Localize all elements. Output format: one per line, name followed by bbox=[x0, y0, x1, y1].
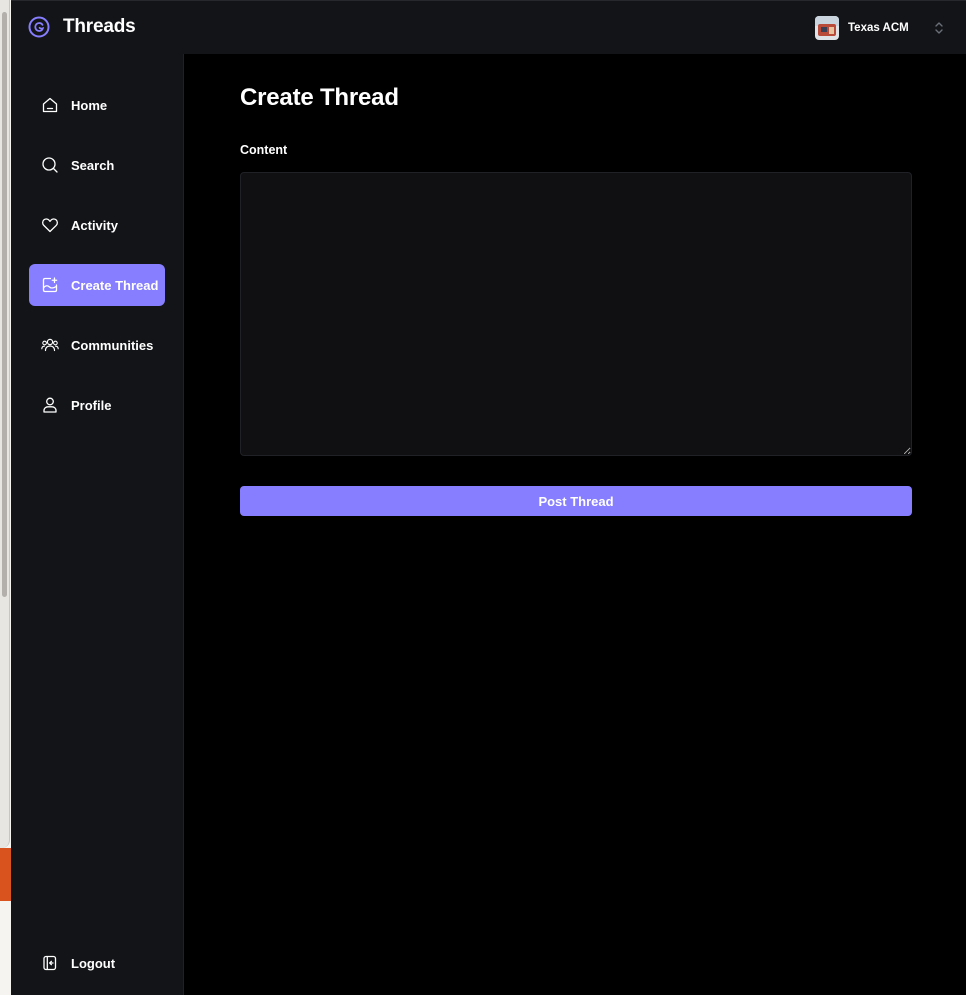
sidebar-item-home[interactable]: Home bbox=[29, 84, 165, 126]
post-thread-button[interactable]: Post Thread bbox=[240, 486, 912, 516]
chevron-up-down-icon bbox=[935, 22, 943, 34]
sidebar-item-activity[interactable]: Activity bbox=[29, 204, 165, 246]
sidebar-item-create-thread[interactable]: Create Thread bbox=[29, 264, 165, 306]
main-content: Create Thread Content Post Thread bbox=[184, 54, 966, 995]
sidebar-item-communities[interactable]: Communities bbox=[29, 324, 165, 366]
home-icon bbox=[42, 97, 58, 113]
create-thread-icon bbox=[42, 277, 58, 293]
org-name: Texas ACM bbox=[848, 22, 909, 34]
users-icon bbox=[41, 338, 59, 352]
content-textarea[interactable] bbox=[240, 172, 912, 456]
topbar: Threads Texas ACM bbox=[11, 0, 966, 54]
logout-label: Logout bbox=[71, 955, 116, 971]
app-window: Threads Texas ACM Home Search Activity C… bbox=[0, 0, 966, 995]
search-icon bbox=[42, 157, 58, 173]
sidebar-item-label: Home bbox=[71, 97, 108, 113]
sidebar-item-profile[interactable]: Profile bbox=[29, 384, 165, 426]
threads-logo-icon bbox=[28, 16, 50, 38]
app-name: Threads bbox=[63, 16, 136, 37]
org-avatar bbox=[815, 16, 839, 40]
organization-switcher[interactable]: Texas ACM bbox=[815, 16, 944, 40]
logout-button[interactable]: Logout bbox=[29, 942, 165, 984]
sidebar: Home Search Activity Create Thread Commu… bbox=[11, 54, 184, 995]
page-title: Create Thread bbox=[240, 84, 399, 111]
logout-icon bbox=[43, 955, 57, 971]
sidebar-item-label: Activity bbox=[71, 217, 118, 233]
heart-icon bbox=[42, 218, 58, 233]
user-icon bbox=[43, 397, 57, 413]
sidebar-item-label: Search bbox=[71, 157, 115, 173]
brand[interactable]: Threads bbox=[28, 16, 136, 38]
sidebar-item-label: Profile bbox=[71, 397, 112, 413]
sidebar-item-label: Communities bbox=[71, 337, 154, 353]
background-window-accent bbox=[0, 848, 11, 901]
content-label: Content bbox=[240, 143, 288, 157]
sidebar-item-label: Create Thread bbox=[71, 277, 159, 293]
background-window-edge bbox=[0, 0, 11, 995]
sidebar-item-search[interactable]: Search bbox=[29, 144, 165, 186]
background-scrollbar bbox=[2, 12, 7, 597]
